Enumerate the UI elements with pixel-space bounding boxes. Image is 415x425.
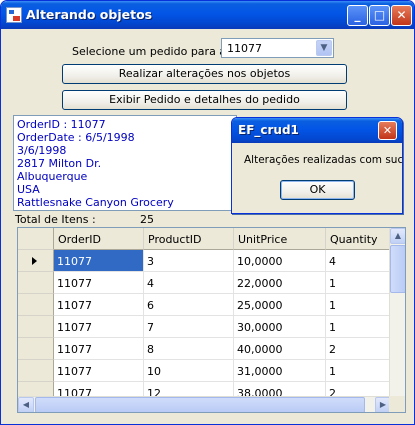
minimize-icon: _ [354,8,361,22]
row-header[interactable] [18,250,54,272]
grid-cell[interactable]: 11077 [54,272,144,294]
maximize-icon: □ [373,8,386,22]
order-details-line: OrderID : 11077 [17,118,106,131]
grid-cell[interactable]: 30,0000 [234,316,326,338]
order-details-line: 2817 Milton Dr. [17,157,102,170]
app-icon [6,7,22,23]
order-details-line: Albuquerque [17,170,88,183]
row-header[interactable] [18,316,54,338]
window-title: Alterando objetos [26,7,153,22]
grid-cell[interactable]: 11077 [54,250,144,272]
grid-cell[interactable]: 11077 [54,338,144,360]
apply-changes-button[interactable]: Realizar alterações nos objetos [62,64,347,84]
message-dialog: EF_crud1 ✕ Alterações realizadas com suc… [231,117,403,214]
grid-cell[interactable]: 3 [144,250,234,272]
order-details-line: 3/6/1998 [17,144,67,157]
grid-cell[interactable]: 4 [144,272,234,294]
dialog-ok-button[interactable]: OK [280,180,355,200]
order-details-line: 87110 [17,209,233,210]
dialog-close-icon[interactable]: ✕ [378,121,397,140]
order-details-grid[interactable]: OrderID ProductID UnitPrice Quantity 110… [17,227,406,413]
row-header[interactable] [18,338,54,360]
grid-cell[interactable]: 8 [144,338,234,360]
order-select-value: 11077 [227,42,262,55]
grid-cell[interactable]: 10 [144,360,234,382]
grid-cell[interactable]: 4 [326,250,391,272]
column-header-unitprice[interactable]: UnitPrice [234,228,326,250]
scroll-left-icon[interactable]: ◀ [18,397,34,412]
grid-cell[interactable]: 40,0000 [234,338,326,360]
scrollbar-corner [389,396,405,412]
row-header[interactable] [18,360,54,382]
horizontal-scroll-thumb[interactable] [35,397,365,412]
dialog-title-bar[interactable]: EF_crud1 ✕ [232,118,402,143]
order-details-line: Rattlesnake Canyon Grocery [17,196,174,209]
scroll-up-icon[interactable]: ▲ [390,228,405,244]
grid-cell[interactable]: 2 [326,338,391,360]
window-client-area: Selecione um pedido para alterar 11077 ▼… [5,29,411,422]
grid-cell[interactable]: 1 [326,360,391,382]
title-bar[interactable]: Alterando objetos _ □ ✕ [1,1,414,29]
grid-cell[interactable]: 11077 [54,360,144,382]
row-header[interactable] [18,294,54,316]
order-details-line: OrderDate : 6/5/1998 [17,131,135,144]
column-header-orderid[interactable]: OrderID [54,228,144,250]
grid-cell[interactable]: 1 [326,316,391,338]
grid-horizontal-scrollbar[interactable]: ◀ ▶ [18,396,391,412]
grid-cell[interactable]: 31,0000 [234,360,326,382]
dialog-title: EF_crud1 [238,123,299,137]
column-header-quantity[interactable]: Quantity [326,228,391,250]
grid-cell[interactable]: 10,0000 [234,250,326,272]
grid-cell[interactable]: 25,0000 [234,294,326,316]
grid-cell[interactable]: 11077 [54,316,144,338]
total-items-label: Total de Itens : [15,213,96,226]
order-details-line: USA [17,183,40,196]
dialog-message: Alterações realizadas com sucesso [244,154,403,166]
row-header[interactable] [18,272,54,294]
vertical-scroll-thumb[interactable] [390,245,405,293]
maximize-button[interactable]: □ [369,5,390,26]
grid-cell[interactable]: 1 [326,294,391,316]
close-button[interactable]: ✕ [391,5,412,26]
column-header-productid[interactable]: ProductID [144,228,234,250]
order-details-textbox[interactable]: OrderID : 11077 OrderDate : 6/5/1998 3/6… [13,115,237,211]
grid-corner [18,228,54,250]
total-items-value: 25 [140,213,154,226]
main-window: Alterando objetos _ □ ✕ Selecione um ped… [0,0,415,425]
chevron-down-icon[interactable]: ▼ [316,40,332,56]
grid-cell[interactable]: 11077 [54,294,144,316]
grid-cell[interactable]: 1 [326,272,391,294]
order-select-combobox[interactable]: 11077 ▼ [221,38,334,58]
grid-cell[interactable]: 6 [144,294,234,316]
close-icon: ✕ [396,8,407,22]
minimize-button[interactable]: _ [347,5,368,26]
current-row-icon [32,257,37,265]
show-order-button[interactable]: Exibir Pedido e detalhes do pedido [62,90,347,110]
grid-cell[interactable]: 7 [144,316,234,338]
grid-vertical-scrollbar[interactable]: ▲ [389,228,405,398]
grid-cell[interactable]: 22,0000 [234,272,326,294]
